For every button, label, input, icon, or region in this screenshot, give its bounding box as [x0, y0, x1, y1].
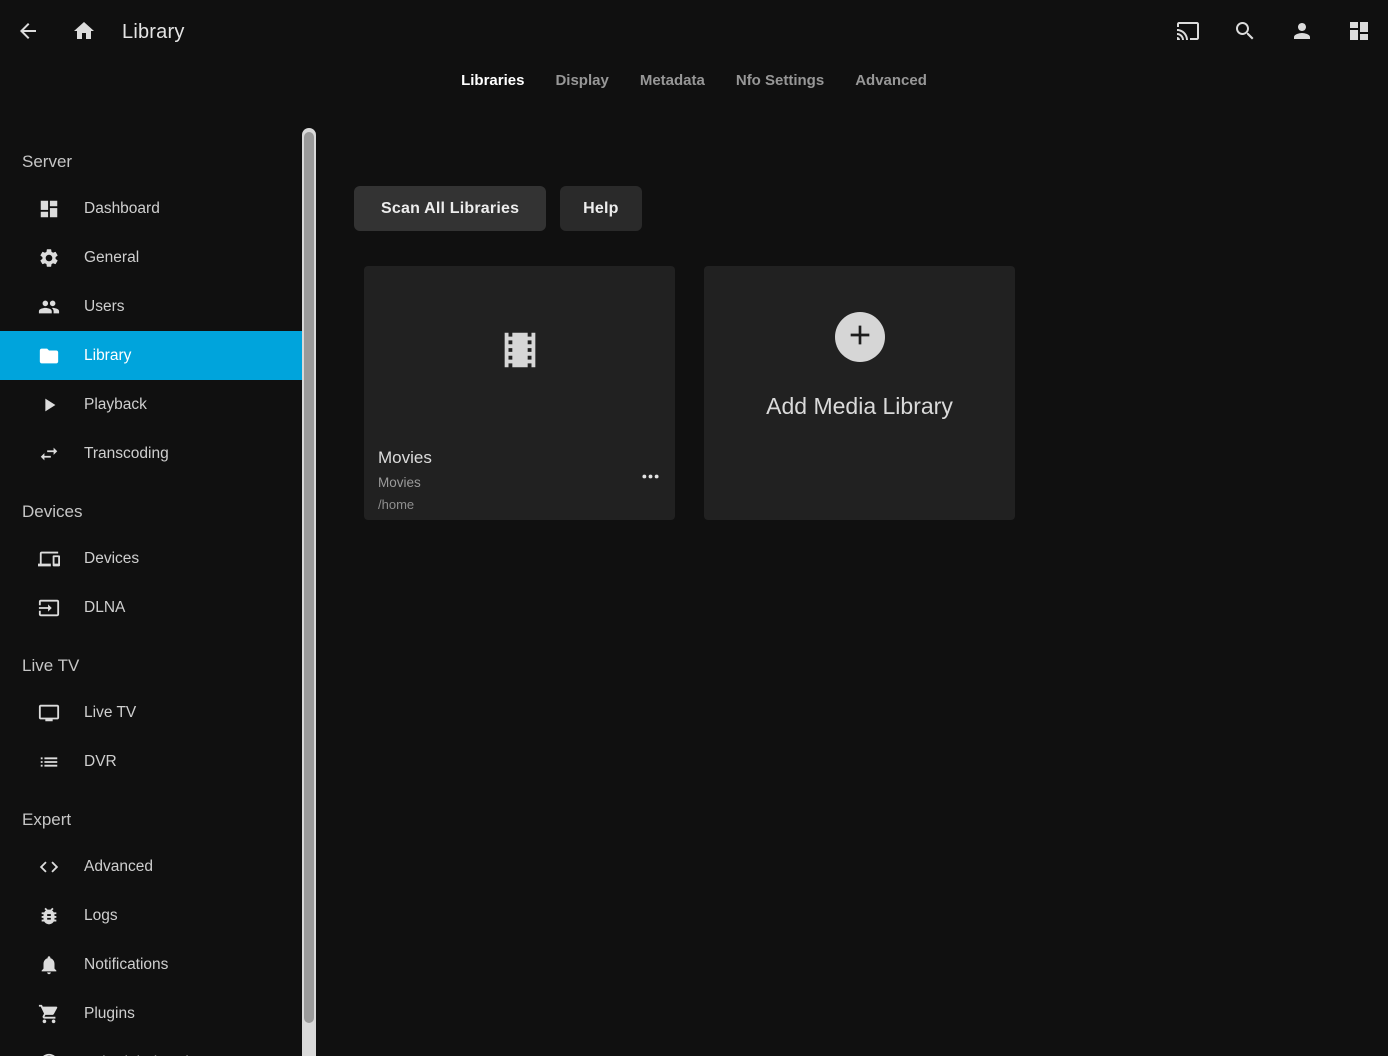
- sidebar-item-label: DLNA: [84, 599, 125, 617]
- tab-display[interactable]: Display: [553, 68, 610, 93]
- home-button[interactable]: [72, 20, 96, 44]
- movies-card-title: Movies: [378, 448, 661, 468]
- sidebar-item-label: Playback: [84, 396, 147, 414]
- bug-icon: [37, 904, 61, 928]
- sidebar-item-transcoding[interactable]: Transcoding: [0, 429, 303, 478]
- movies-card-footer: Movies Movies /home: [364, 438, 675, 512]
- settings-icon: [37, 246, 61, 270]
- sidebar-section-title: Devices: [0, 490, 303, 534]
- cast-button[interactable]: [1176, 20, 1200, 44]
- sidebar-menu: Server Dashboard General Users Library Playba…: [0, 128, 303, 1056]
- search-button[interactable]: [1233, 20, 1257, 44]
- app-grid-button[interactable]: [1347, 20, 1371, 44]
- arrow-back-icon: [16, 19, 40, 46]
- page-title: Library: [122, 21, 185, 44]
- sidebar-item-devices[interactable]: Devices: [0, 534, 303, 583]
- sidebar-section-live-tv: Live TV Live TV DVR: [0, 644, 303, 786]
- cast-icon: [1176, 19, 1200, 46]
- sidebar-item-label: Library: [84, 347, 131, 365]
- movies-card-subtitle: Movies: [378, 475, 661, 490]
- movies-card-image: [364, 266, 675, 438]
- folder-icon: [37, 344, 61, 368]
- sidebar-section-title: Live TV: [0, 644, 303, 688]
- dashboard-icon: [37, 197, 61, 221]
- home-icon: [72, 19, 96, 46]
- header-left: Library: [0, 20, 185, 44]
- sidebar-item-users[interactable]: Users: [0, 282, 303, 331]
- plus-circle: [835, 312, 885, 362]
- tab-metadata[interactable]: Metadata: [638, 68, 707, 93]
- sidebar-item-library[interactable]: Library: [0, 331, 303, 380]
- sidebar-item-label: General: [84, 249, 139, 267]
- sidebar-item-label: DVR: [84, 753, 117, 771]
- sidebar-item-dashboard[interactable]: Dashboard: [0, 184, 303, 233]
- tab-advanced[interactable]: Advanced: [853, 68, 929, 93]
- sidebar-item-scheduled-tasks[interactable]: Scheduled Tasks: [0, 1038, 303, 1056]
- transcode-icon: [37, 442, 61, 466]
- scan-all-libraries-button[interactable]: Scan All Libraries: [354, 186, 546, 231]
- sidebar-section-server: Server Dashboard General Users Library Playba…: [0, 140, 303, 478]
- library-cards: Movies Movies /home Add Media Library: [364, 266, 1015, 520]
- sidebar-section-title: Expert: [0, 798, 303, 842]
- more-horizontal-icon: [640, 466, 661, 490]
- devices-icon: [37, 547, 61, 571]
- sidebar-scrollbar-thumb[interactable]: [304, 132, 314, 1023]
- sidebar-item-dvr[interactable]: DVR: [0, 737, 303, 786]
- movies-card-path: /home: [378, 497, 661, 512]
- header-right: [1176, 20, 1388, 44]
- sidebar-item-label: Live TV: [84, 704, 136, 722]
- sidebar-item-playback[interactable]: Playback: [0, 380, 303, 429]
- clock-icon: [37, 1051, 61, 1056]
- sidebar-item-label: Users: [84, 298, 124, 316]
- movies-card-menu-button[interactable]: [636, 462, 665, 494]
- settings-tabs: Libraries Display Metadata Nfo Settings …: [0, 62, 1388, 98]
- input-icon: [37, 596, 61, 620]
- library-toolbar: Scan All Libraries Help: [354, 186, 642, 231]
- cart-icon: [37, 1002, 61, 1026]
- sidebar-item-label: Notifications: [84, 956, 168, 974]
- sidebar-item-label: Advanced: [84, 858, 153, 876]
- sidebar-item-general[interactable]: General: [0, 233, 303, 282]
- sidebar-item-label: Dashboard: [84, 200, 160, 218]
- sidebar-scrollbar-track[interactable]: [302, 128, 316, 1056]
- sidebar-item-label: Devices: [84, 550, 139, 568]
- sidebar-item-dlna[interactable]: DLNA: [0, 583, 303, 632]
- sidebar: Server Dashboard General Users Library Playba…: [0, 128, 318, 1056]
- sidebar-item-advanced[interactable]: Advanced: [0, 842, 303, 891]
- user-button[interactable]: [1290, 20, 1314, 44]
- user-icon: [1290, 19, 1314, 46]
- back-button[interactable]: [16, 20, 40, 44]
- sidebar-section-expert: Expert Advanced Logs Notifications Plugins Sc…: [0, 798, 303, 1056]
- sidebar-section-devices: Devices Devices DLNA: [0, 490, 303, 632]
- sidebar-item-logs[interactable]: Logs: [0, 891, 303, 940]
- app-header: Library: [0, 0, 1388, 64]
- help-button[interactable]: Help: [560, 186, 641, 231]
- add-media-library-label: Add Media Library: [766, 393, 953, 420]
- sidebar-item-plugins[interactable]: Plugins: [0, 989, 303, 1038]
- bell-icon: [37, 953, 61, 977]
- play-icon: [37, 393, 61, 417]
- sidebar-item-label: Logs: [84, 907, 118, 925]
- tv-icon: [37, 701, 61, 725]
- add-media-library-card[interactable]: Add Media Library: [704, 266, 1015, 520]
- tab-nfo-settings[interactable]: Nfo Settings: [734, 68, 826, 93]
- plus-icon: [844, 319, 876, 356]
- sidebar-item-live-tv[interactable]: Live TV: [0, 688, 303, 737]
- users-icon: [37, 295, 61, 319]
- app-grid-icon: [1347, 19, 1371, 46]
- code-icon: [37, 855, 61, 879]
- tab-libraries[interactable]: Libraries: [459, 68, 526, 93]
- sidebar-section-title: Server: [0, 140, 303, 184]
- list-icon: [37, 750, 61, 774]
- search-icon: [1233, 19, 1257, 46]
- sidebar-item-label: Plugins: [84, 1005, 135, 1023]
- library-card-movies[interactable]: Movies Movies /home: [364, 266, 675, 520]
- film-strip-icon: [497, 327, 543, 378]
- sidebar-item-notifications[interactable]: Notifications: [0, 940, 303, 989]
- sidebar-item-label: Transcoding: [84, 445, 169, 463]
